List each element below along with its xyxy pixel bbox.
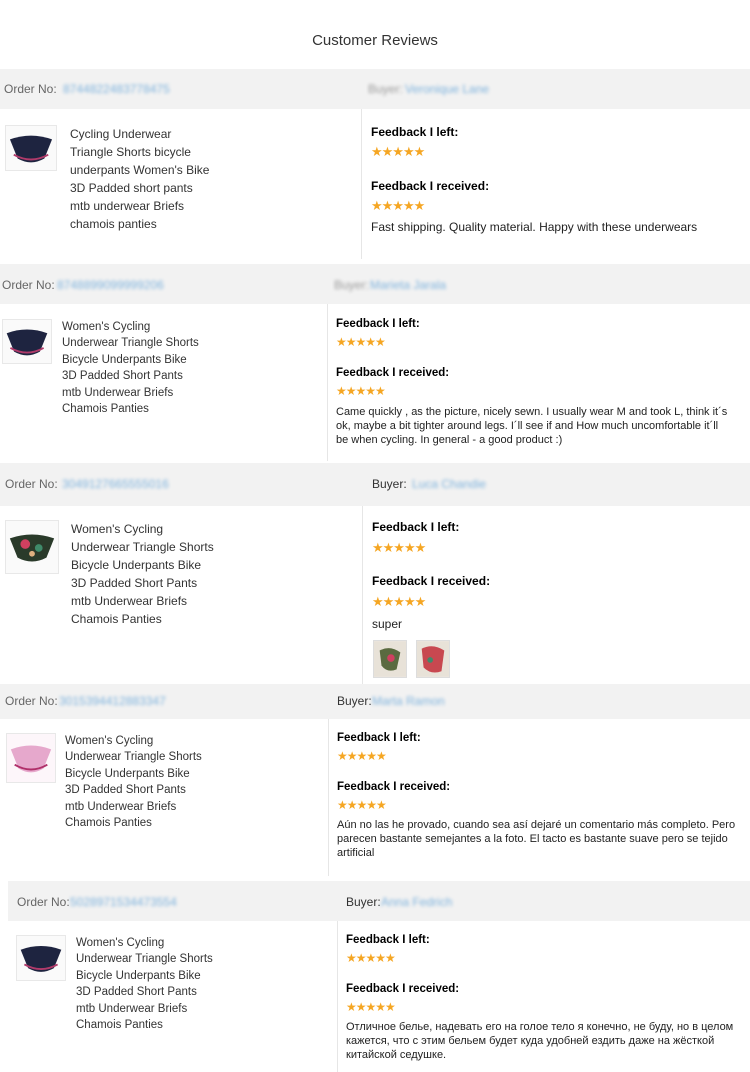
star-rating-icon: ★★★★★ [372,594,426,609]
column-divider [362,506,363,685]
review-comment: Aún no las he provado, cuando sea así de… [337,819,736,859]
column-divider [327,304,328,461]
buyer-label: Buyer: [337,694,372,708]
star-rating-icon: ★★★★★ [336,335,386,349]
column-divider [361,109,362,259]
order-number-link[interactable]: 5028971534473554 [70,895,177,909]
order-number-link[interactable]: 8744822483778475 [63,82,170,96]
buyer-label: Buyer: [346,895,381,909]
buyer-name[interactable]: Marieta Jarala [370,278,446,292]
order-header: Order No: 8748899099999206 Buyer: Mariet… [0,264,750,304]
review-comment: Fast shipping. Quality material. Happy w… [371,220,698,234]
feedback-received-label: Feedback I received: [371,179,490,193]
order-header: Order No: 8744822483778475 Buyer: Veroni… [0,69,750,109]
star-rating-icon: ★★★★★ [371,144,425,159]
review-comment: super [372,617,403,631]
review-comment: Отличное белье, надевать его на голое те… [346,1021,734,1061]
order-header: Order No: 3049127665555016 Buyer: Luca C… [0,463,750,506]
product-title[interactable]: Women's Cycling Underwear Triangle Short… [65,733,202,831]
order-number-label: Order No: [5,477,58,491]
star-rating-icon: ★★★★★ [346,1000,396,1014]
product-title[interactable]: Women's Cycling Underwear Triangle Short… [62,319,199,417]
review-photo[interactable] [416,640,450,678]
buyer-name[interactable]: Anna Fedrich [381,895,452,909]
star-rating-icon: ★★★★★ [336,384,386,398]
product-title[interactable]: Cycling Underwear Triangle Shorts bicycl… [70,125,209,233]
review-card: Order No: 3049127665555016 Buyer: Luca C… [0,463,750,685]
feedback-left-label: Feedback I left: [371,125,459,139]
column-divider [328,719,329,876]
buyer-label: Buyer: [372,477,407,491]
feedback-left-label: Feedback I left: [336,318,420,330]
feedback-received-label: Feedback I received: [346,983,460,995]
review-card: Order No: 5028971534473554 Buyer: Anna F… [8,881,750,1072]
product-thumbnail[interactable] [16,935,66,981]
review-card: Order No: 3015394412883347 Buyer: Marta … [0,684,750,876]
buyer-label: Buyer: [368,82,403,96]
feedback-received-label: Feedback I received: [372,574,491,588]
buyer-name[interactable]: Veronique Lane [405,82,489,96]
feedback-left-label: Feedback I left: [337,732,421,744]
product-thumbnail[interactable] [5,125,57,171]
review-card: Order No: 8748899099999206 Buyer: Mariet… [0,264,750,461]
star-rating-icon: ★★★★★ [337,798,387,812]
product-thumbnail[interactable] [2,319,52,364]
review-card: Order No: 8744822483778475 Buyer: Veroni… [0,69,750,259]
review-photo[interactable] [373,640,407,678]
product-title[interactable]: Women's Cycling Underwear Triangle Short… [76,935,213,1033]
order-number-label: Order No: [5,694,58,708]
buyer-label: Buyer: [334,278,369,292]
order-header: Order No: 5028971534473554 Buyer: Anna F… [8,881,750,921]
order-header: Order No: 3015394412883347 Buyer: Marta … [0,684,750,719]
order-number-link[interactable]: 3015394412883347 [59,694,166,708]
product-thumbnail[interactable] [5,520,59,574]
order-number-label: Order No: [17,895,70,909]
star-rating-icon: ★★★★★ [371,198,425,213]
feedback-left-label: Feedback I left: [372,520,460,534]
buyer-name[interactable]: Marta Ramon [372,694,445,708]
order-number-link[interactable]: 3049127665555016 [62,477,169,491]
column-divider [337,921,338,1072]
order-number-label: Order No: [4,82,57,96]
feedback-received-label: Feedback I received: [336,367,450,379]
order-number-label: Order No: [2,278,55,292]
order-number-link[interactable]: 8748899099999206 [57,278,164,292]
review-comment: Came quickly , as the picture, nicely se… [336,406,728,446]
feedback-received-label: Feedback I received: [337,781,451,793]
product-title[interactable]: Women's Cycling Underwear Triangle Short… [71,520,214,628]
star-rating-icon: ★★★★★ [372,540,426,555]
star-rating-icon: ★★★★★ [337,749,387,763]
page-title: Customer Reviews [312,32,438,49]
buyer-name[interactable]: Luca Chandie [412,477,486,491]
feedback-left-label: Feedback I left: [346,934,430,946]
star-rating-icon: ★★★★★ [346,951,396,965]
product-thumbnail[interactable] [6,733,56,783]
